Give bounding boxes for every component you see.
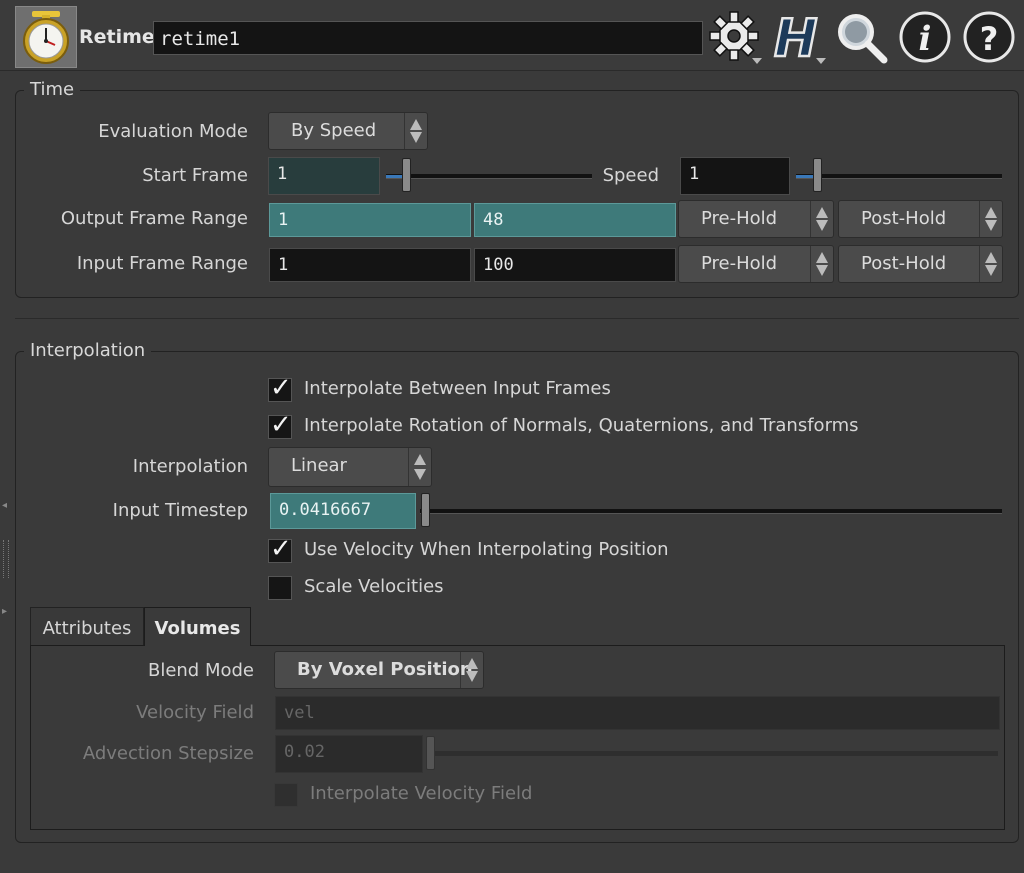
houdini-help-button[interactable]: H — [770, 8, 828, 70]
gear-icon — [709, 11, 762, 64]
output-post-hold-value: Post-Hold — [861, 208, 947, 229]
input-timestep-slider[interactable] — [420, 509, 1002, 514]
interp-velocity-field-checkbox[interactable] — [274, 783, 298, 807]
interpolation-label: Interpolation — [132, 456, 248, 477]
scale-velocities-checkbox[interactable] — [268, 576, 292, 600]
evaluation-mode-menu[interactable]: By Speed — [268, 112, 428, 150]
input-post-hold-menu[interactable]: Post-Hold — [838, 245, 1003, 283]
output-pre-hold-menu[interactable]: Pre-Hold — [678, 200, 834, 238]
collapse-left-icon[interactable]: ◂ — [2, 500, 7, 511]
use-velocity-checkbox[interactable]: ✓ — [268, 534, 292, 564]
group-separator — [15, 318, 1019, 319]
menu-arrows-icon — [810, 201, 833, 237]
advection-stepsize-slider[interactable] — [428, 751, 998, 756]
gear-menu-button[interactable] — [706, 8, 764, 66]
advection-stepsize-slider-knob[interactable] — [426, 736, 435, 770]
expand-right-icon[interactable]: ▸ — [2, 606, 7, 617]
input-frame-range-label: Input Frame Range — [76, 253, 248, 274]
svg-text:?: ? — [980, 20, 999, 58]
node-type-label: Retime — [79, 26, 155, 48]
advection-stepsize-label: Advection Stepsize — [82, 743, 254, 764]
menu-arrows-icon — [404, 113, 427, 149]
start-frame-field[interactable]: 1 — [268, 157, 380, 195]
pane-splitter-handle[interactable] — [3, 540, 9, 578]
menu-arrows-icon — [979, 246, 1002, 282]
advection-stepsize-field[interactable]: 0.02 — [275, 735, 423, 773]
speed-label: Speed — [602, 165, 659, 186]
help-icon: ? — [963, 11, 1015, 63]
checkmark-icon: ✓ — [270, 534, 292, 564]
input-timestep-field[interactable]: 0.0416667 — [270, 493, 416, 529]
info-icon: i — [899, 11, 951, 63]
output-post-hold-menu[interactable]: Post-Hold — [838, 200, 1003, 238]
interpolation-value: Linear — [291, 455, 347, 476]
scale-velocities-label: Scale Velocities — [304, 576, 444, 597]
input-frame-end-field[interactable]: 100 — [474, 248, 676, 282]
menu-arrows-icon — [979, 201, 1002, 237]
use-velocity-label: Use Velocity When Interpolating Position — [304, 539, 669, 560]
time-group-title: Time — [24, 79, 81, 100]
svg-text:i: i — [919, 19, 932, 59]
menu-arrows-icon — [408, 448, 431, 486]
svg-text:H: H — [774, 9, 818, 66]
menu-arrows-icon — [460, 652, 483, 688]
input-timestep-label: Input Timestep — [112, 500, 248, 521]
interpolation-menu[interactable]: Linear — [268, 447, 432, 487]
evaluation-mode-label: Evaluation Mode — [98, 121, 248, 142]
speed-slider[interactable] — [796, 174, 1002, 179]
input-timestep-slider-knob[interactable] — [421, 493, 430, 527]
start-frame-slider-knob[interactable] — [402, 158, 411, 192]
tab-volumes[interactable]: Volumes — [144, 607, 251, 646]
interpolation-group-title: Interpolation — [24, 340, 152, 361]
blend-mode-value: By Voxel Position — [297, 659, 473, 680]
menu-arrows-icon — [810, 246, 833, 282]
search-icon — [838, 14, 888, 64]
input-post-hold-value: Post-Hold — [861, 253, 947, 274]
node-name-field[interactable]: retime1 — [153, 21, 703, 55]
search-button[interactable] — [832, 8, 890, 66]
houdini-help-icon: H — [773, 8, 826, 70]
blend-mode-menu[interactable]: By Voxel Position — [274, 651, 484, 689]
output-frame-range-label: Output Frame Range — [60, 208, 248, 229]
interp-between-label: Interpolate Between Input Frames — [304, 378, 611, 399]
interp-velocity-field-label: Interpolate Velocity Field — [310, 783, 533, 804]
output-frame-start-field[interactable]: 1 — [269, 203, 471, 237]
input-pre-hold-value: Pre-Hold — [701, 253, 778, 274]
blend-mode-label: Blend Mode — [147, 660, 254, 681]
stopwatch-icon — [23, 11, 69, 64]
interp-rotation-label: Interpolate Rotation of Normals, Quatern… — [304, 415, 859, 436]
velocity-field-label: Velocity Field — [136, 702, 254, 723]
checkmark-icon: ✓ — [270, 373, 292, 403]
input-pre-hold-menu[interactable]: Pre-Hold — [678, 245, 834, 283]
interp-between-checkbox[interactable]: ✓ — [268, 373, 292, 403]
input-frame-start-field[interactable]: 1 — [269, 248, 471, 282]
speed-slider-knob[interactable] — [813, 158, 822, 192]
node-icon[interactable] — [15, 6, 77, 68]
output-pre-hold-value: Pre-Hold — [701, 208, 778, 229]
checkmark-icon: ✓ — [270, 410, 292, 440]
interp-rotation-checkbox[interactable]: ✓ — [268, 410, 292, 440]
output-frame-end-field[interactable]: 48 — [474, 203, 676, 237]
start-frame-label: Start Frame — [142, 165, 248, 186]
tab-attributes[interactable]: Attributes — [30, 607, 144, 645]
velocity-field-input[interactable]: vel — [275, 696, 1000, 730]
info-button[interactable]: i — [896, 8, 954, 66]
evaluation-mode-value: By Speed — [291, 120, 377, 141]
help-button[interactable]: ? — [960, 8, 1018, 66]
speed-field[interactable]: 1 — [680, 157, 790, 195]
